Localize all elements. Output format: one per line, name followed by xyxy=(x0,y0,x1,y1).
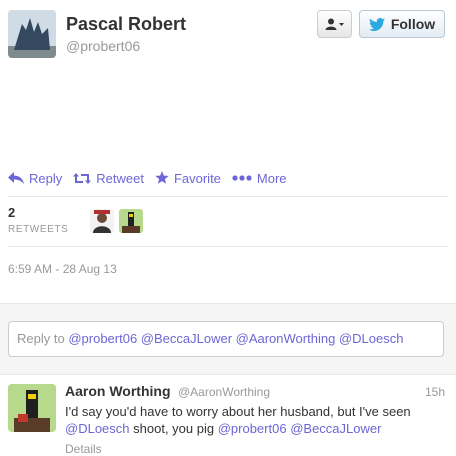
reply-text-part: I'd say you'd have to worry about her hu… xyxy=(65,404,411,419)
retweet-label: Retweet xyxy=(96,170,144,186)
reply-tweet[interactable]: Aaron Worthing @AaronWorthing 15h I'd sa… xyxy=(0,374,456,456)
reply-area: Reply to @probert06 @BeccaJLower @AaronW… xyxy=(0,303,456,375)
reply-mentions: @probert06 @BeccaJLower @AaronWorthing @… xyxy=(68,331,404,346)
tweet-text xyxy=(8,72,448,158)
star-icon xyxy=(155,171,169,184)
reply-text: I'd say you'd have to worry about her hu… xyxy=(65,403,445,437)
favorite-label: Favorite xyxy=(173,170,221,186)
twitter-bird-icon xyxy=(368,17,385,31)
tweet-header: Pascal Robert @probert06 Follow xyxy=(0,0,456,66)
reply-prefix: Reply to xyxy=(17,331,65,346)
more-action[interactable]: More xyxy=(232,171,287,186)
more-dots-icon xyxy=(232,175,252,181)
retweet-count: 2 xyxy=(8,205,16,220)
mention-link[interactable]: @BeccaJLower xyxy=(290,421,381,436)
reply-text-part: shoot, you pig xyxy=(133,421,215,436)
tweet-actions: Reply Retweet Favorite More xyxy=(8,168,298,188)
mention-link[interactable]: @DLoesch xyxy=(65,421,130,436)
retweeter-avatar[interactable] xyxy=(119,209,143,233)
user-icon xyxy=(325,18,344,30)
retweet-icon xyxy=(73,172,92,184)
author-avatar[interactable] xyxy=(8,10,56,58)
divider xyxy=(8,246,448,247)
reply-action[interactable]: Reply xyxy=(8,171,62,186)
favorite-action[interactable]: Favorite xyxy=(155,171,221,186)
tweet-timestamp[interactable]: 6:59 AM - 28 Aug 13 xyxy=(8,262,117,276)
retweeter-avatars xyxy=(90,209,148,233)
retweet-count-label: RETWEETS xyxy=(8,224,69,235)
reply-label: Reply xyxy=(29,170,63,186)
retweet-action[interactable]: Retweet xyxy=(73,171,144,186)
follow-button[interactable]: Follow xyxy=(359,10,445,38)
reply-icon xyxy=(8,172,24,184)
author-name[interactable]: Pascal Robert xyxy=(66,14,186,35)
reply-author-avatar[interactable] xyxy=(8,384,56,432)
divider xyxy=(8,196,448,197)
user-actions-button[interactable] xyxy=(317,10,352,38)
mention-link[interactable]: @probert06 xyxy=(218,421,287,436)
retweeter-avatar[interactable] xyxy=(90,209,114,233)
reply-time[interactable]: 15h xyxy=(425,385,445,399)
reply-input[interactable]: Reply to @probert06 @BeccaJLower @AaronW… xyxy=(8,321,444,357)
follow-label: Follow xyxy=(390,16,436,32)
retweet-stats[interactable]: 2 RETWEETS xyxy=(8,205,68,235)
author-handle[interactable]: @probert06 xyxy=(66,38,140,54)
details-link[interactable]: Details xyxy=(65,442,102,456)
reply-author-handle[interactable]: @AaronWorthing xyxy=(178,385,270,399)
more-label: More xyxy=(256,170,287,186)
reply-author-name[interactable]: Aaron Worthing xyxy=(65,383,171,399)
